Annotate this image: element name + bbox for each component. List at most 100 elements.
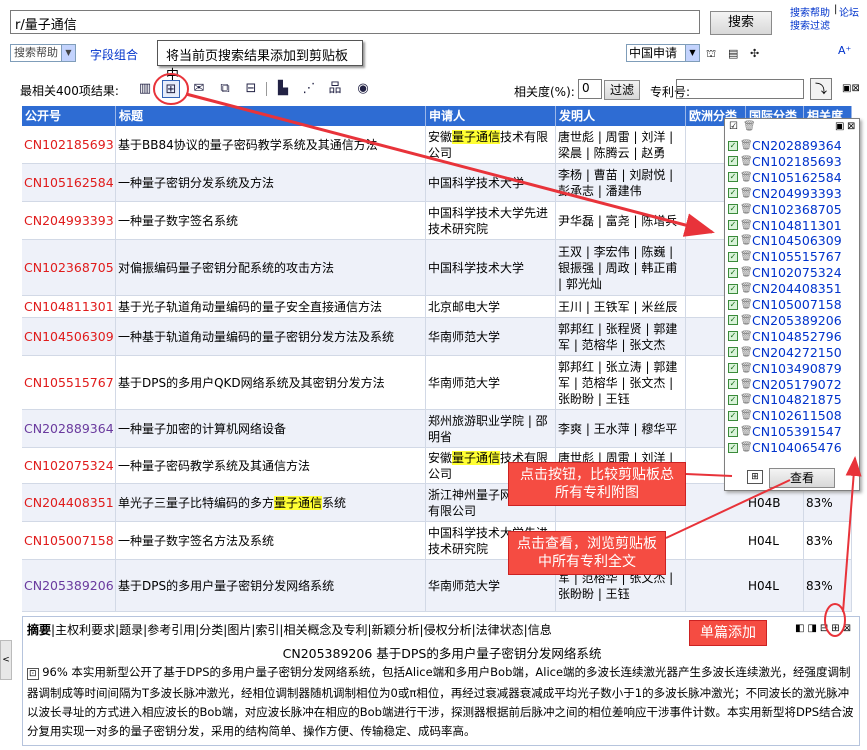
item-checkbox[interactable]: ✓ — [728, 236, 738, 246]
clipboard-patent-link[interactable]: CN102368705 — [752, 202, 842, 217]
detail-tab[interactable]: 索引 — [255, 623, 279, 637]
globe-icon[interactable]: ◉ — [354, 80, 372, 98]
item-checkbox[interactable]: ✓ — [728, 141, 738, 151]
detail-tab[interactable]: 侵权分析 — [424, 623, 472, 637]
clipboard-patent-link[interactable]: CN105391547 — [752, 424, 842, 439]
forum-link[interactable]: 论坛 — [839, 4, 859, 19]
print-icon[interactable]: ⊟ — [820, 623, 831, 634]
item-checkbox[interactable]: ✓ — [728, 443, 738, 453]
clipboard-item[interactable]: ✓🗑CN104506309 — [728, 232, 842, 248]
trash-icon[interactable]: 🗑 — [740, 299, 750, 310]
detail-tab[interactable]: 信息 — [528, 623, 552, 637]
clipboard-patent-link[interactable]: CN202889364 — [752, 138, 842, 153]
clipboard-item[interactable]: ✓🗑CN104811301 — [728, 217, 842, 233]
scatter-icon[interactable]: ⋰ — [300, 80, 318, 98]
detail-tab[interactable]: 主权利要求 — [55, 623, 115, 637]
detail-tab[interactable]: 参考引用 — [147, 623, 195, 637]
item-checkbox[interactable]: ✓ — [728, 252, 738, 262]
clipboard-item[interactable]: ✓🗑CN105391547 — [728, 423, 842, 439]
clipboard-patent-link[interactable]: CN105162584 — [752, 170, 842, 185]
pin-icon[interactable]: ▣ — [835, 121, 844, 132]
trash-icon[interactable]: 🗑 — [740, 442, 750, 453]
clipboard-patent-link[interactable]: CN102611508 — [752, 408, 842, 423]
item-checkbox[interactable]: ✓ — [728, 188, 738, 198]
patent-title[interactable]: 一种基于轨道角动量编码的量子密钥分发方法及系统 — [116, 318, 426, 355]
trash-icon[interactable]: 🗑 — [740, 410, 750, 421]
filter-button[interactable]: 过滤 — [604, 80, 640, 100]
trash-icon[interactable]: 🗑 — [740, 331, 750, 342]
clipboard-item[interactable]: ✓🗑CN205179072 — [728, 376, 842, 392]
collapse-handle[interactable]: < — [0, 640, 12, 680]
patent-number-link[interactable]: CN104506309 — [22, 318, 116, 355]
trash-icon[interactable]: 🗑 — [740, 347, 750, 358]
detail-tab[interactable]: 题录 — [119, 623, 143, 637]
trash-icon[interactable]: 🗑 — [740, 315, 750, 326]
trash-icon[interactable]: 🗑 — [740, 204, 750, 215]
clipboard-item[interactable]: ✓🗑CN104852796 — [728, 328, 842, 344]
clipboard-item[interactable]: ✓🗑CN105007158 — [728, 296, 842, 312]
trash-icon[interactable]: 🗑 — [740, 235, 750, 246]
clipboard-patent-link[interactable]: CN102075324 — [752, 265, 842, 280]
search-input[interactable]: r/量子通信 — [10, 10, 700, 34]
patent-number-link[interactable]: CN204993393 — [22, 202, 116, 239]
clipboard-patent-link[interactable]: CN104852796 — [752, 329, 842, 344]
patent-number-link[interactable]: CN205389206 — [22, 560, 116, 611]
close-icon[interactable]: ⊠ — [843, 623, 854, 634]
trash-icon[interactable]: 🗑 — [740, 363, 750, 374]
patent-title[interactable]: 一种量子数字签名方法及系统 — [116, 522, 426, 559]
clipboard-item[interactable]: ✓🗑CN102611508 — [728, 407, 842, 423]
clipboard-item[interactable]: ✓🗑CN105515767 — [728, 248, 842, 264]
trash-icon[interactable]: 🗑 — [740, 251, 750, 262]
clipboard-patent-link[interactable]: CN204272150 — [752, 345, 842, 360]
patent-title[interactable]: 基于光子轨道角动量编码的量子安全直接通信方法 — [116, 296, 426, 317]
window-toggle-icon[interactable]: ▣⊠ — [842, 83, 860, 94]
patent-title[interactable]: 一种量子密钥分发系统及方法 — [116, 164, 426, 201]
item-checkbox[interactable]: ✓ — [728, 411, 738, 421]
locate-patent-button[interactable]: ⤵ — [810, 78, 832, 100]
trash-icon[interactable]: 🗑 — [740, 267, 750, 278]
patent-title[interactable]: 基于DPS的多用户量子密钥分发网络系统 — [116, 560, 426, 611]
item-checkbox[interactable]: ✓ — [728, 347, 738, 357]
item-checkbox[interactable]: ✓ — [728, 300, 738, 310]
trash-icon[interactable]: 🗑 — [740, 283, 750, 294]
trash-icon[interactable]: 🗑 — [740, 140, 750, 151]
clipboard-item[interactable]: ✓🗑CN104065476 — [728, 439, 842, 455]
next-icon[interactable]: ◨ — [807, 623, 819, 634]
detail-tab[interactable]: 摘要 — [27, 623, 51, 637]
patent-number-link[interactable]: CN105007158 — [22, 522, 116, 559]
view-button[interactable]: 查看 — [769, 468, 835, 488]
item-checkbox[interactable]: ✓ — [728, 172, 738, 182]
patent-number-link[interactable]: CN105515767 — [22, 356, 116, 409]
clipboard-item[interactable]: ✓🗑CN204408351 — [728, 280, 842, 296]
header-title[interactable]: 标题 — [116, 106, 426, 126]
country-select[interactable]: 中国申请 ▼ — [626, 44, 700, 62]
trash-icon[interactable]: 🗑 — [740, 394, 750, 405]
prev-icon[interactable]: ◧ — [795, 623, 807, 634]
select-all-checkbox[interactable]: ☑ — [729, 121, 738, 132]
add-to-clipboard-icon[interactable]: ⊞ — [162, 80, 180, 98]
list-view-icon[interactable]: ▥ — [136, 80, 154, 98]
item-checkbox[interactable]: ✓ — [728, 284, 738, 294]
item-checkbox[interactable]: ✓ — [728, 268, 738, 278]
bookmark-icon[interactable]: ⛫ — [706, 47, 716, 62]
patent-number-link[interactable]: CN202889364 — [22, 410, 116, 447]
tree-icon[interactable]: 品 — [326, 80, 344, 98]
clipboard-item[interactable]: ✓🗑CN102075324 — [728, 264, 842, 280]
trash-icon[interactable]: 🗑 — [740, 188, 750, 199]
item-checkbox[interactable]: ✓ — [728, 427, 738, 437]
bar-chart-icon[interactable]: ▙ — [274, 80, 292, 98]
detail-tab[interactable]: 法律状态 — [476, 623, 524, 637]
clipboard-item[interactable]: ✓🗑CN202889364 — [728, 137, 842, 153]
detail-tab[interactable]: 新颖分析 — [372, 623, 420, 637]
clipboard-patent-link[interactable]: CN104506309 — [752, 233, 842, 248]
patent-title[interactable]: 一种量子加密的计算机网络设备 — [116, 410, 426, 447]
clipboard-patent-link[interactable]: CN204993393 — [752, 186, 842, 201]
item-checkbox[interactable]: ✓ — [728, 220, 738, 230]
patent-number-link[interactable]: CN204408351 — [22, 484, 116, 521]
patent-title[interactable]: 单光子三量子比特编码的多方量子通信系统 — [116, 484, 426, 521]
table-row[interactable]: CN105007158 一种量子数字签名方法及系统 中国科学技术大学先进技术研究… — [22, 522, 852, 560]
clipboard-item[interactable]: ✓🗑CN103490879 — [728, 360, 842, 376]
detail-tab[interactable]: 相关概念及专利 — [283, 623, 367, 637]
patent-number-link[interactable]: CN105162584 — [22, 164, 116, 201]
trash-icon[interactable]: 🗑 — [740, 172, 750, 183]
